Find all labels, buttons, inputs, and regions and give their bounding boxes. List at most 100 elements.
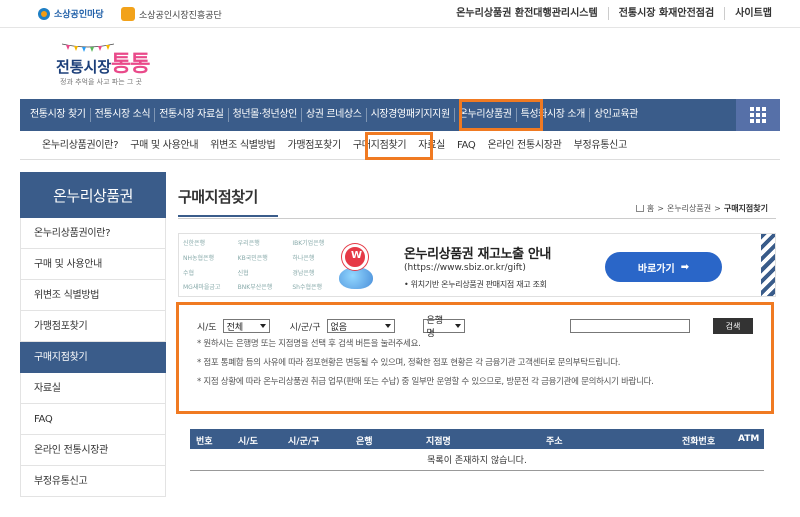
sub-nav: 온누리상품권이란? 구매 및 사용안내 위변조 식별방법 가맹점포찾기 구매지점… — [20, 131, 780, 160]
sub-nav-item[interactable]: 가맹점포찾기 — [287, 131, 341, 160]
agency-logo-icon — [121, 7, 135, 21]
table-empty-row: 목록이 존재하지 않습니다. — [190, 449, 764, 471]
top-utility-bar: 소상공인마당 소상공인시장진흥공단 온누리상품권 환전대행관리시스템 전통시장 … — [0, 0, 800, 28]
breadcrumb-home[interactable]: 홈 — [647, 203, 654, 214]
bank-logos: 신한은행 우리은행 IBK기업은행 NH농협은행 KB국민은행 하나은행 수협 … — [183, 238, 343, 294]
sub-nav-item[interactable]: FAQ — [457, 131, 476, 160]
link-exchange-system[interactable]: 온누리상품권 환전대행관리시스템 — [446, 7, 607, 20]
bank-logo: MG새마을금고 — [183, 284, 221, 292]
sidebar-item[interactable]: 가맹점포찾기 — [20, 311, 166, 342]
main-nav-item[interactable]: 전통시장 찾기 — [26, 99, 90, 131]
col-sigungu: 시/군/구 — [288, 437, 320, 447]
bank-logo: 하나은행 — [292, 254, 315, 262]
utility-links: 온누리상품권 환전대행관리시스템 전통시장 화재안전점검 사이트맵 — [446, 7, 782, 20]
main-nav-item[interactable]: 시장경영패키지지원 — [367, 99, 454, 131]
banner-title: 온누리상품권 재고노출 안내 — [404, 247, 551, 262]
bank-logo: 신한은행 — [183, 240, 206, 247]
brand-slogan: 정과 추억을 사고 파는 그 곳 — [60, 78, 142, 86]
note-text: * 점포 통폐합 등의 사유에 따라 점포현황은 변동될 수 있으며, 정확한 … — [197, 358, 621, 368]
main-nav-item[interactable]: 전통시장 자료실 — [155, 99, 227, 131]
sosang-logo-icon — [38, 7, 50, 20]
search-panel: 시/도 전체 시/군/구 없음 은행명 검색 * 원하시는 은행명 또는 지점명… — [176, 302, 774, 414]
results-table: 번호 시/도 시/군/구 은행 지점명 주소 전화번호 ATM 목록이 존재하지… — [190, 429, 764, 471]
sidebar-item[interactable]: 자료실 — [20, 373, 166, 404]
col-number: 번호 — [196, 437, 213, 447]
sosang-logo-text: 소상공인마당 — [54, 10, 104, 20]
chevron-down-icon — [454, 324, 461, 328]
bank-logo: BNK부산은행 — [237, 284, 273, 292]
link-sitemap[interactable]: 사이트맵 — [724, 7, 782, 20]
sidebar-item[interactable]: FAQ — [20, 404, 166, 435]
chevron-down-icon — [259, 324, 266, 328]
branch-search-input[interactable] — [570, 319, 690, 333]
main-nav-item[interactable]: 상권 르네상스 — [302, 99, 366, 131]
search-notes: * 원하시는 은행명 또는 지점명을 선택 후 검색 버튼을 눌러주세요. * … — [197, 338, 767, 395]
go-button[interactable]: 바로가기 ➡ — [605, 252, 722, 282]
sidebar-item[interactable]: 온라인 전통시장관 — [20, 435, 166, 466]
sidebar: 온누리상품권 온누리상품권이란? 구매 및 사용안내 위변조 식별방법 가맹점포… — [20, 172, 166, 497]
sub-nav-item[interactable]: 부정유통신고 — [574, 131, 628, 160]
sigungu-select[interactable]: 없음 — [326, 319, 395, 333]
bank-select[interactable]: 은행명 — [422, 316, 465, 339]
sido-label: 시/도 — [197, 322, 217, 333]
sigungu-label: 시/군/구 — [289, 322, 321, 333]
col-atm: ATM — [738, 434, 760, 444]
brand-name-right: 통통 — [111, 52, 150, 77]
banner-stripe — [761, 234, 775, 296]
bank-logo: 경남은행 — [292, 269, 315, 277]
banner-url: (https://www.sbiz.or.kr/gift) — [404, 263, 526, 273]
col-branch: 지점명 — [426, 437, 451, 447]
note-text: * 지점 상황에 따라 온누리상품권 취급 업무(판매 또는 수납) 중 일부만… — [197, 377, 654, 387]
home-icon[interactable] — [635, 205, 644, 212]
go-button-label: 바로가기 — [637, 263, 675, 275]
search-button[interactable]: 검색 — [713, 318, 753, 334]
main-nav-item[interactable]: 전통시장 소식 — [91, 99, 155, 131]
globe-icon — [339, 267, 373, 289]
sub-nav-item[interactable]: 구매 및 사용안내 — [130, 131, 198, 160]
bunting-icon — [62, 43, 114, 52]
arrow-right-icon: ➡ — [680, 261, 690, 273]
sidebar-item[interactable]: 부정유통신고 — [20, 466, 166, 497]
location-pin-icon — [342, 244, 368, 270]
col-phone: 전화번호 — [682, 437, 716, 447]
divider — [178, 218, 776, 219]
agency-logo[interactable]: 소상공인시장진흥공단 — [121, 7, 222, 21]
sidebar-item[interactable]: 온누리상품권이란? — [20, 218, 166, 249]
main-nav-item[interactable]: 상인교육관 — [590, 99, 642, 131]
sidebar-item[interactable]: 위변조 식별방법 — [20, 280, 166, 311]
link-fire-safety[interactable]: 전통시장 화재안전점검 — [607, 7, 724, 20]
sido-select[interactable]: 전체 — [222, 319, 270, 333]
agency-logo-text: 소상공인시장진흥공단 — [139, 10, 222, 21]
breadcrumb-current: 구매지점찾기 — [723, 204, 768, 213]
sidebar-item-active[interactable]: 구매지점찾기 — [20, 342, 166, 373]
bank-logo: 우리은행 — [237, 240, 260, 247]
bank-logo: KB국민은행 — [237, 254, 268, 262]
table-header: 번호 시/도 시/군/구 은행 지점명 주소 전화번호 ATM — [190, 429, 764, 449]
stock-notice-banner[interactable]: 신한은행 우리은행 IBK기업은행 NH농협은행 KB국민은행 하나은행 수협 … — [178, 233, 776, 297]
bank-logo: IBK기업은행 — [292, 240, 325, 247]
bank-logo: 수협 — [183, 269, 195, 277]
grid-menu-icon — [750, 107, 754, 111]
col-sido: 시/도 — [238, 437, 258, 447]
page-title: 구매지점찾기 — [178, 186, 278, 217]
sosang-logo[interactable]: 소상공인마당 — [38, 7, 104, 20]
main-nav-item[interactable]: 청년몰·청년상인 — [229, 99, 301, 131]
brand-name-left: 전통시장 — [56, 58, 112, 76]
main-nav: 전통시장 찾기 전통시장 소식 전통시장 자료실 청년몰·청년상인 상권 르네상… — [20, 99, 780, 131]
note-text: * 원하시는 은행명 또는 지점명을 선택 후 검색 버튼을 눌러주세요. — [197, 339, 421, 349]
col-address: 주소 — [546, 437, 563, 447]
banner-desc: • 위치기반 온누리상품권 판매지점 재고 조회 — [404, 280, 547, 289]
sidebar-title: 온누리상품권 — [20, 172, 166, 218]
search-filters: 시/도 전체 시/군/구 없음 은행명 — [197, 316, 465, 339]
sub-nav-item[interactable]: 온라인 전통시장관 — [487, 131, 561, 160]
sub-nav-item[interactable]: 위변조 식별방법 — [210, 131, 275, 160]
all-menu-button[interactable] — [736, 99, 780, 131]
bank-logo: Sh수협은행 — [292, 284, 323, 292]
col-bank: 은행 — [356, 437, 373, 447]
site-logo[interactable]: 전통시장 통통 정과 추억을 사고 파는 그 곳 — [56, 38, 156, 88]
sidebar-item[interactable]: 구매 및 사용안내 — [20, 249, 166, 280]
sub-nav-item[interactable]: 온누리상품권이란? — [42, 131, 119, 160]
bank-logo: NH농협은행 — [183, 254, 215, 262]
breadcrumb-section[interactable]: 온누리상품권 — [667, 203, 711, 214]
breadcrumb: 홈 > 온누리상품권 > 구매지점찾기 — [635, 203, 768, 214]
